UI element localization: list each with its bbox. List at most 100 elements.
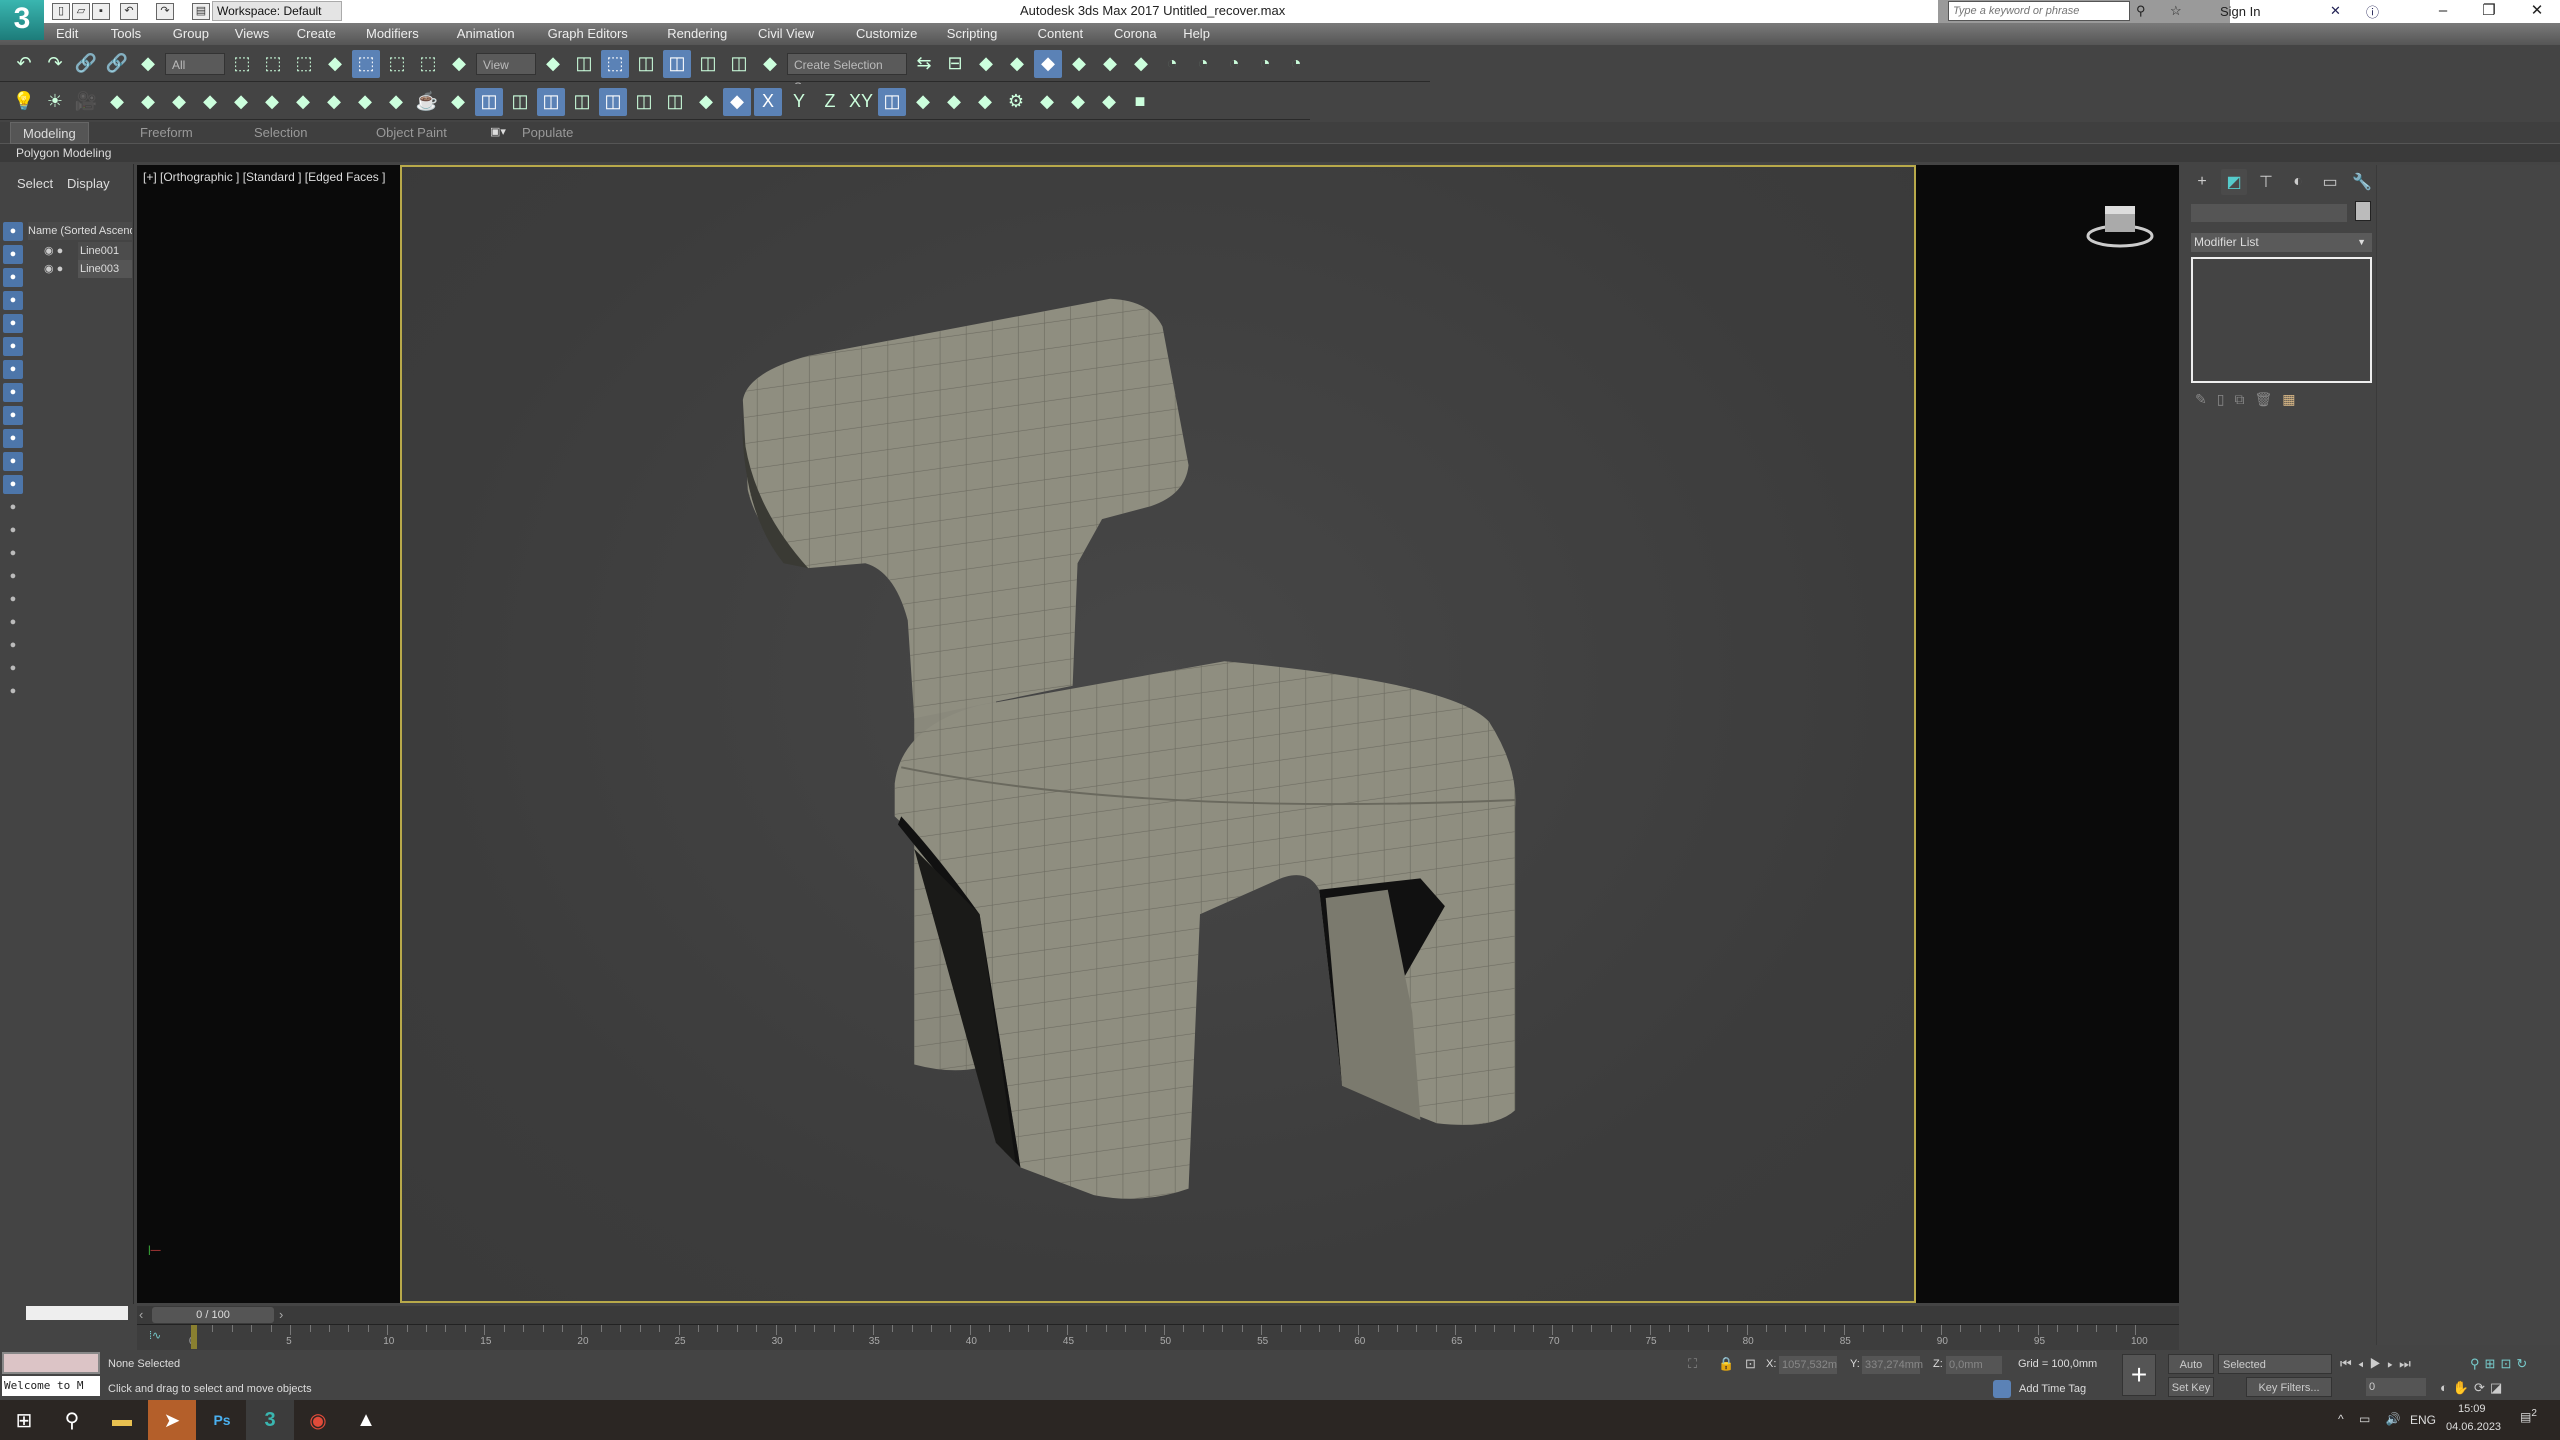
light-icon[interactable]: 💡 — [10, 88, 38, 116]
make-unique-icon[interactable]: ⧉ — [2234, 391, 2254, 407]
tab-modeling[interactable]: Modeling — [10, 122, 89, 144]
y-coordinate-field[interactable]: 337,274mm — [1862, 1356, 1923, 1374]
display-xrefs-icon[interactable]: ● — [3, 383, 23, 402]
funnel-icon[interactable]: ● — [3, 659, 23, 678]
file-explorer-icon[interactable]: ▬ — [98, 1400, 146, 1440]
link-icon[interactable]: 🔗 — [72, 50, 100, 78]
gear-icon[interactable]: ⚙ — [1002, 88, 1030, 116]
bone-icon[interactable]: ◆ — [940, 88, 968, 116]
tab-selection[interactable]: Selection — [254, 125, 307, 140]
door-icon[interactable]: ◆ — [196, 88, 224, 116]
current-frame-field[interactable]: 0 — [2366, 1378, 2426, 1396]
maximize-viewport-icon[interactable]: ◪ — [2490, 1380, 2507, 1395]
render-setup-icon[interactable]: ◔ — [1158, 50, 1186, 78]
filter-icon[interactable]: ● — [3, 567, 23, 586]
reference-coord-dropdown[interactable]: View — [476, 52, 536, 75]
time-slider[interactable]: ‹ 0 / 100 › — [137, 1306, 2179, 1324]
system-tray[interactable]: ^ ▭ 🔊 — [2338, 1412, 2407, 1426]
display-spacewarps-icon[interactable]: ● — [3, 337, 23, 356]
axis-xy-icon[interactable]: XY — [847, 88, 875, 116]
maxscript-input[interactable]: Welcome to M — [2, 1376, 100, 1396]
display-groups-icon[interactable]: ● — [3, 360, 23, 379]
display-shapes-icon[interactable]: ● — [3, 245, 23, 264]
place-icon[interactable]: ◆ — [445, 50, 473, 78]
time-slider-thumb[interactable]: 0 / 100 — [152, 1307, 274, 1323]
edit-named-sel-icon[interactable]: ◆ — [756, 50, 784, 78]
curve-editor-mini-icon[interactable]: ⁞∿ — [149, 1329, 161, 1342]
render-iterative-icon[interactable]: ◔ — [1251, 50, 1279, 78]
axis-z-icon[interactable]: Z — [816, 88, 844, 116]
zoom-extents-icon[interactable]: ⊡ — [2500, 1356, 2516, 1371]
project-folder-icon[interactable]: ▤ — [192, 3, 210, 20]
chrome-icon[interactable]: ◉ — [294, 1400, 342, 1440]
undo-quick-icon[interactable]: ↶ — [120, 3, 138, 20]
create-icon[interactable]: + — [2189, 169, 2215, 195]
viewport-safe-frame[interactable] — [400, 165, 1916, 1303]
app-logo[interactable]: 3 — [0, 0, 44, 40]
start-icon[interactable]: ⊞ — [0, 1400, 48, 1440]
menu-create[interactable]: Create — [297, 26, 336, 41]
snap-3d-icon[interactable]: ◫ — [632, 50, 660, 78]
fov-icon[interactable]: ◐ — [2440, 1380, 2453, 1395]
render-production-icon[interactable]: ◔ — [1220, 50, 1248, 78]
configure-sets-icon[interactable]: ▦ — [2282, 391, 2305, 407]
redo-quick-icon[interactable]: ↷ — [156, 3, 174, 20]
zoom-icon[interactable]: ⚲ — [2470, 1356, 2485, 1371]
go-to-end-icon[interactable]: ⏭ — [2399, 1356, 2417, 1371]
camera-icon[interactable]: 🎥 — [72, 88, 100, 116]
utilities-icon[interactable]: 🔧 — [2349, 169, 2375, 195]
undo-icon[interactable]: ↶ — [10, 50, 38, 78]
key-filters-button[interactable]: Key Filters... — [2246, 1377, 2332, 1397]
display-all-icon[interactable]: ● — [3, 498, 23, 517]
menu-rendering[interactable]: Rendering — [667, 26, 727, 41]
key-mode-dropdown[interactable]: Selected — [2218, 1354, 2332, 1374]
display-helpers-icon[interactable]: ● — [3, 314, 23, 333]
list-item[interactable]: Line001 — [78, 242, 132, 260]
scene-explorer-icon[interactable]: ◆ — [972, 50, 1000, 78]
display-frozen-icon[interactable]: ● — [3, 452, 23, 471]
axis-x-icon[interactable]: X — [754, 87, 782, 116]
polygon-modeling-label[interactable]: Polygon Modeling — [16, 146, 111, 160]
list-item[interactable]: Line003 — [78, 260, 132, 278]
menu-graph-editors[interactable]: Graph Editors — [548, 26, 628, 41]
bulb-icon[interactable]: ◆ — [444, 88, 472, 116]
box-icon[interactable]: ◆ — [289, 88, 317, 116]
language-indicator[interactable]: ENG — [2410, 1413, 2436, 1427]
clock-date[interactable]: 04.06.2023 — [2446, 1421, 2501, 1433]
folder-icon[interactable]: ● — [3, 682, 23, 701]
tab-display[interactable]: Display — [67, 176, 110, 191]
edge-snap-icon[interactable]: ◫ — [599, 87, 627, 116]
bind-space-warp-icon[interactable]: ◆ — [134, 50, 162, 78]
motion-icon[interactable]: ◐ — [2285, 169, 2311, 195]
object-name-input[interactable] — [2191, 204, 2347, 222]
schematic-view-icon[interactable]: ◆ — [1096, 50, 1124, 78]
menu-help[interactable]: Help — [1183, 26, 1210, 41]
menu-group[interactable]: Group — [173, 26, 209, 41]
help-icon[interactable]: ⓘ — [2366, 2, 2379, 21]
search-icon[interactable]: ⚲ — [48, 1400, 96, 1440]
find-icon[interactable]: ● — [3, 613, 23, 632]
modify-icon[interactable]: ◩ — [2221, 169, 2247, 195]
next-frame-arrow[interactable]: › — [279, 1307, 283, 1322]
teapot-icon[interactable]: ☕ — [413, 88, 441, 116]
clock-time[interactable]: 15:09 — [2458, 1403, 2486, 1415]
visibility-eye-icon[interactable]: ◉ ● — [44, 244, 63, 257]
face-snap-icon[interactable]: ◫ — [630, 88, 658, 116]
remove-modifier-icon[interactable]: 🗑 — [2254, 391, 2282, 407]
set-key-big-button[interactable]: + — [2122, 1354, 2156, 1396]
named-selection-dropdown[interactable]: Create Selection Se — [787, 52, 907, 94]
snap-icon[interactable]: ◫ — [570, 50, 598, 78]
select-rotate-icon[interactable]: ⬚ — [383, 50, 411, 78]
menu-edit[interactable]: Edit — [56, 26, 78, 41]
hierarchy-icon[interactable]: ⊤ — [2253, 169, 2279, 195]
modifier-stack[interactable] — [2191, 257, 2372, 383]
curve-editor-icon[interactable]: ◆ — [1065, 50, 1093, 78]
show-end-result-icon[interactable]: ▯ — [2217, 391, 2235, 407]
rendered-frame-icon[interactable]: ◔ — [1189, 50, 1217, 78]
vase-icon[interactable]: ◆ — [1064, 88, 1092, 116]
open-file-icon[interactable]: ▱ — [72, 3, 90, 20]
tab-populate[interactable]: Populate — [522, 125, 573, 140]
display-containers-icon[interactable]: ● — [3, 429, 23, 448]
selection-filter-dropdown[interactable]: All — [165, 52, 225, 75]
lock-icon[interactable]: 🔒 — [1718, 1356, 1734, 1372]
